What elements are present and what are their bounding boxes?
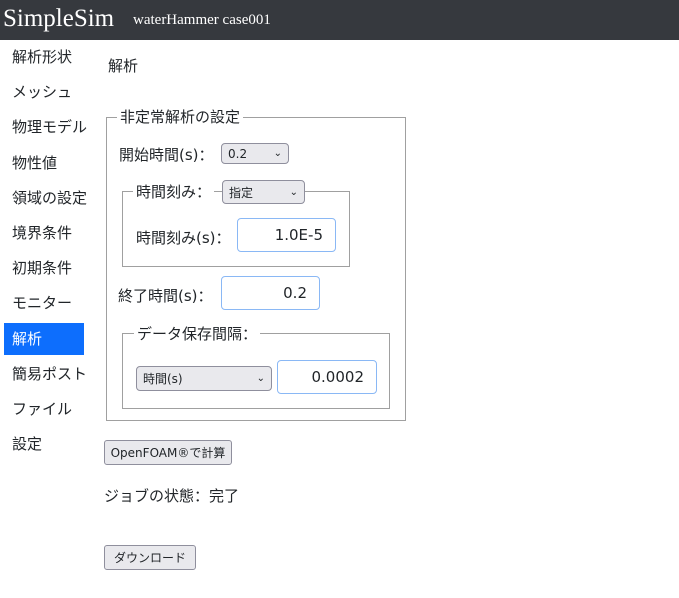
sidebar-item[interactable]: 物理モデル [4, 111, 87, 143]
timestep-mode-value: 指定 [229, 185, 254, 200]
page-title: 解析 [108, 57, 139, 75]
chevron-down-icon: ⌄ [256, 373, 265, 384]
sidebar-item[interactable]: 解析形状 [4, 41, 84, 73]
chevron-down-icon: ⌄ [289, 186, 298, 198]
chevron-down-icon: ⌄ [273, 148, 282, 159]
header-bar: SimpleSim waterHammer case001 [0, 0, 679, 40]
start-time-select[interactable]: 0.2 ⌄ [221, 143, 289, 164]
sidebar-item[interactable]: メッシュ [4, 76, 84, 108]
save-interval-mode-select[interactable]: 時間(s) ⌄ [136, 366, 272, 391]
sidebar-item[interactable]: 簡易ポスト [4, 358, 87, 390]
save-interval-legend: データ保存間隔： [134, 323, 261, 344]
sidebar-item[interactable]: 境界条件 [4, 217, 84, 249]
timestep-input[interactable]: 1.0E-5 [237, 218, 336, 252]
sidebar-item[interactable]: モニター [4, 287, 84, 319]
timestep-legend: 時間刻み： [133, 181, 215, 202]
run-openfoam-button[interactable]: OpenFOAM®で計算 [104, 440, 232, 465]
start-time-value: 0.2 [228, 146, 248, 161]
sidebar-item[interactable]: 設定 [4, 428, 84, 460]
sidebar-item[interactable]: ファイル [4, 393, 84, 425]
download-button[interactable]: ダウンロード [104, 545, 196, 570]
save-interval-mode-value: 時間(s) [143, 372, 183, 386]
transient-settings-legend: 非定常解析の設定 [117, 106, 244, 127]
timestep-label: 時間刻み(s)： [136, 229, 231, 247]
job-status: ジョブの状態：完了 [104, 487, 240, 505]
sidebar-item[interactable]: 初期条件 [4, 252, 84, 284]
sidebar-item[interactable]: 解析 [4, 322, 84, 355]
sidebar-item[interactable]: 領域の設定 [4, 182, 87, 214]
timestep-mode-select[interactable]: 指定 ⌄ [222, 180, 305, 204]
end-time-input[interactable]: 0.2 [221, 276, 320, 310]
case-name: waterHammer case001 [133, 12, 271, 28]
sidebar-item[interactable]: 物性値 [4, 147, 84, 179]
save-interval-input[interactable]: 0.0002 [277, 360, 377, 394]
end-time-label: 終了時間(s)： [118, 287, 213, 305]
app-brand[interactable]: SimpleSim [3, 5, 114, 33]
start-time-label: 開始時間(s)： [119, 146, 214, 164]
